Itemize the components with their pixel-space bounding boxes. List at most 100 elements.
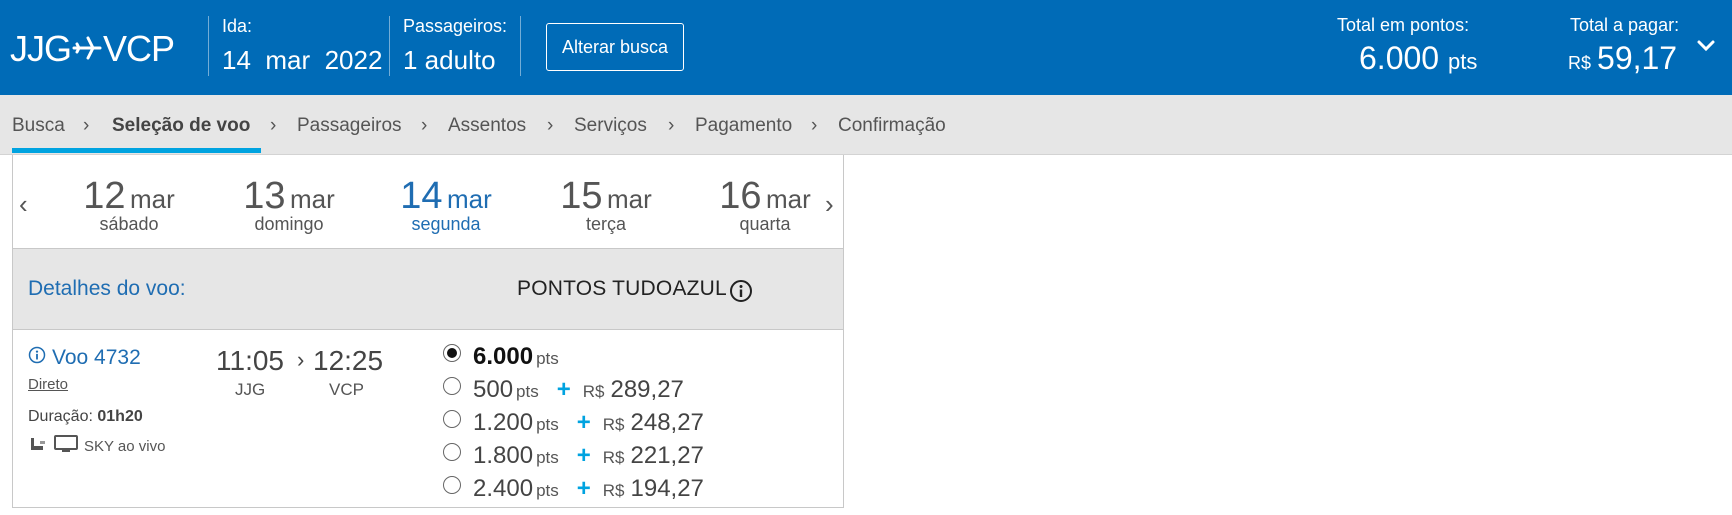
passengers-label: Passageiros: <box>403 16 508 36</box>
plus-icon: + <box>556 376 571 403</box>
fare-price: 248,27 <box>630 409 704 436</box>
fare-points: 1.200 <box>473 409 534 436</box>
date-month: mar <box>446 184 492 214</box>
breadcrumb-step-busca[interactable]: Busca <box>12 115 65 137</box>
fare-radio[interactable] <box>443 410 461 428</box>
fare-radio[interactable] <box>443 344 461 362</box>
date-day: 14 <box>400 175 443 217</box>
departure-code: JJG <box>235 380 266 399</box>
chevron-right-icon: › <box>297 347 305 372</box>
date-day: 13 <box>243 175 286 217</box>
date-weekday: domingo <box>254 214 324 234</box>
airplane-icon <box>72 28 102 70</box>
date-option[interactable]: 13 mar domingo <box>214 175 364 235</box>
date-day: 16 <box>719 175 762 217</box>
fare-radio[interactable] <box>443 443 461 461</box>
fare-points-unit: pts <box>516 382 539 401</box>
chevron-right-icon: › <box>83 115 90 136</box>
chevron-right-icon: › <box>421 115 428 136</box>
total-points-value: 6.000 <box>1359 40 1440 76</box>
flight-number-link[interactable]: Voo 4732 <box>28 346 141 370</box>
active-step-indicator <box>12 148 261 153</box>
info-icon[interactable] <box>729 279 753 303</box>
breadcrumb-step-passageiros[interactable]: Passageiros <box>297 115 402 137</box>
fare-currency: R$ <box>602 481 625 500</box>
amenities: SKY ao vivo <box>28 434 165 458</box>
alter-search-button[interactable]: Alterar busca <box>546 23 684 71</box>
chevron-right-icon: › <box>668 115 675 136</box>
date-month: mar <box>129 184 175 214</box>
plus-icon: + <box>576 442 591 469</box>
date-option[interactable]: 15 mar terça <box>531 175 681 235</box>
flight-type-link[interactable]: Direto <box>28 376 68 393</box>
fare-radio[interactable] <box>443 377 461 395</box>
divider <box>389 16 390 76</box>
fare-option[interactable]: 1.800 pts + R$ 221,27 <box>443 442 704 470</box>
details-title: Detalhes do voo: <box>28 277 186 300</box>
fare-points: 500 <box>473 376 514 403</box>
fare-currency: R$ <box>582 382 605 401</box>
fare-price: 221,27 <box>630 442 704 469</box>
fare-option[interactable]: 1.200 pts + R$ 248,27 <box>443 409 704 437</box>
fare-points: 2.400 <box>473 475 534 502</box>
total-points: 6.000 pts <box>1359 40 1477 77</box>
chevron-right-icon: › <box>270 115 277 136</box>
flight-number: Voo 4732 <box>52 346 141 369</box>
fare-points-unit: pts <box>536 481 559 500</box>
flight-details-header: Detalhes do voo: PONTOS TUDOAZUL <box>13 248 843 330</box>
chevron-right-icon: › <box>811 115 818 136</box>
fare-option[interactable]: 2.400 pts + R$ 194,27 <box>443 475 704 503</box>
fare-currency: R$ <box>602 448 625 467</box>
breadcrumb: Busca › Seleção de voo › Passageiros › A… <box>0 95 1732 155</box>
fare-points: 1.800 <box>473 442 534 469</box>
breadcrumb-step-pagamento[interactable]: Pagamento <box>695 115 792 137</box>
total-pay-currency: R$ <box>1568 53 1592 73</box>
plus-icon: + <box>576 409 591 436</box>
top-header: JJG VCP Ida: 14 mar 2022 Passageiros: 1 … <box>0 0 1732 95</box>
divider <box>208 16 209 76</box>
fare-option[interactable]: 500 pts + R$ 289,27 <box>443 376 684 404</box>
fare-option[interactable]: 6.000 pts <box>443 343 559 371</box>
flight-duration: Duração: 01h20 <box>28 408 143 426</box>
date-weekday: quarta <box>739 214 791 234</box>
fare-points-unit: pts <box>536 349 559 368</box>
chevron-right-icon[interactable]: › <box>825 189 834 220</box>
tv-icon <box>54 434 78 458</box>
breadcrumb-step-confirmacao[interactable]: Confirmação <box>838 115 946 137</box>
info-icon <box>28 346 46 370</box>
departure-time: 11:05 <box>216 345 284 376</box>
total-pay-value: 59,17 <box>1597 40 1678 76</box>
arrival-time: 12:25 <box>313 345 384 376</box>
fare-currency: R$ <box>602 415 625 434</box>
date-month: mar <box>765 184 811 214</box>
breadcrumb-step-selecao-de-voo[interactable]: Seleção de voo <box>112 115 250 137</box>
total-pay-label: Total a pagar: <box>1570 15 1680 35</box>
route: JJG VCP <box>10 28 175 70</box>
passengers-value: 1 adulto <box>403 45 496 75</box>
date-month: mar <box>606 184 652 214</box>
date-day: 12 <box>83 175 126 217</box>
fare-price: 289,27 <box>610 376 684 403</box>
date-weekday: terça <box>585 214 627 234</box>
breadcrumb-step-assentos[interactable]: Assentos <box>448 115 526 137</box>
chevron-left-icon[interactable]: ‹ <box>19 189 28 220</box>
flight-selection-card: ‹ 12 mar sábado 13 mar domingo 14 mar se… <box>12 155 844 508</box>
arrival-code: VCP <box>329 380 364 399</box>
total-pay: R$ 59,17 <box>1568 40 1677 77</box>
date-option-selected[interactable]: 14 mar segunda <box>371 175 521 235</box>
divider <box>520 16 521 76</box>
seat-icon <box>28 434 48 458</box>
fare-points: 6.000 <box>473 343 534 370</box>
fare-points-unit: pts <box>536 448 559 467</box>
fare-radio[interactable] <box>443 476 461 494</box>
ida-date: 14 mar 2022 <box>222 45 383 75</box>
plus-icon: + <box>576 475 591 502</box>
date-day: 15 <box>560 175 603 217</box>
origin-code: JJG <box>10 28 72 69</box>
chevron-down-icon[interactable] <box>1696 38 1716 54</box>
fare-points-unit: pts <box>536 415 559 434</box>
fare-price: 194,27 <box>630 475 704 502</box>
date-option[interactable]: 16 mar quarta <box>690 175 840 235</box>
date-option[interactable]: 12 mar sábado <box>54 175 204 235</box>
breadcrumb-step-servicos[interactable]: Serviços <box>574 115 647 137</box>
